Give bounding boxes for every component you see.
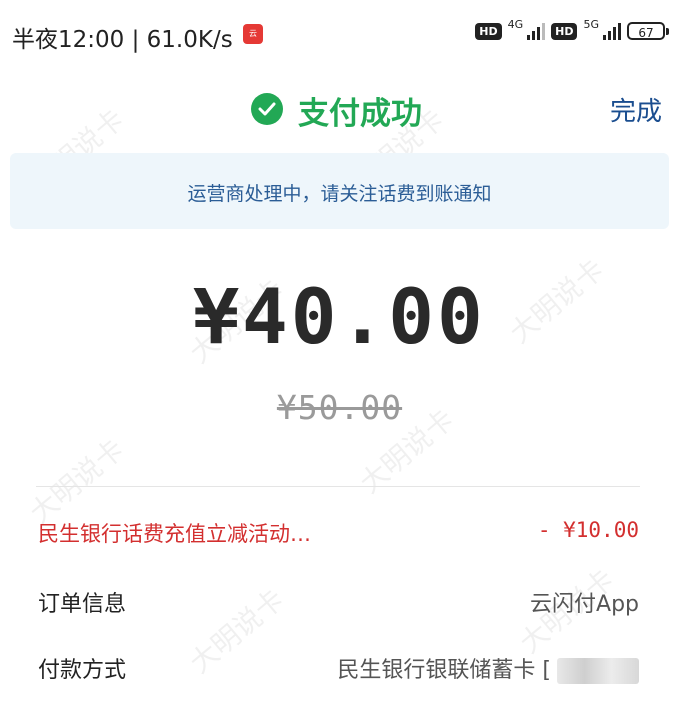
payment-method-value: 民生银行银联储蓄卡 [ [337,652,639,684]
notice-banner: 运营商处理中，请关注话费到账通知 [10,153,669,229]
redacted-card-number [557,658,639,684]
status-bar: 半夜12:00 | 61.0K/s 云 HD 4G HD 5G 67 [0,0,679,66]
hd-badge-sim1: HD [475,22,502,40]
hd-badge-sim2: HD [551,22,578,40]
signal-icon-sim1 [527,22,546,40]
order-info-row[interactable]: 订单信息 云闪付App [38,586,639,626]
payment-method-row: 付款方式 民生银行银联储蓄卡 [ [38,652,639,692]
notice-text: 运营商处理中，请关注话费到账通知 [187,183,492,205]
network-type-sim2: 5G [583,17,599,31]
done-button[interactable]: 完成 [610,91,662,128]
page-title: 支付成功 [298,96,422,132]
payment-method-text: 民生银行银联储蓄卡 [ [337,658,551,683]
result-header: 支付成功 完成 [0,80,679,136]
original-amount: ¥50.00 [276,388,403,427]
status-indicators: HD 4G HD 5G 67 [475,18,669,40]
signal-icon-sim2 [603,22,621,40]
order-info-label: 订单信息 [38,592,127,617]
order-info-value: 云闪付App [530,592,639,617]
network-type-sim1: 4G [507,17,524,31]
promo-label: 民生银行话费充值立减活动… [38,522,311,546]
check-circle-icon [251,93,283,125]
promo-row: 民生银行话费充值立减活动… - ¥10.00 [38,518,639,558]
battery-icon: 67 [627,22,669,40]
divider [36,486,640,487]
watermark: 大明说卡 [23,432,131,530]
status-time: 半夜12:00 | 61.0K/s [12,27,233,53]
promo-discount: - ¥10.00 [537,518,639,542]
notification-app-icon: 云 [243,24,263,44]
paid-amount: ¥40.00 [193,272,486,361]
payment-method-label: 付款方式 [38,658,127,683]
